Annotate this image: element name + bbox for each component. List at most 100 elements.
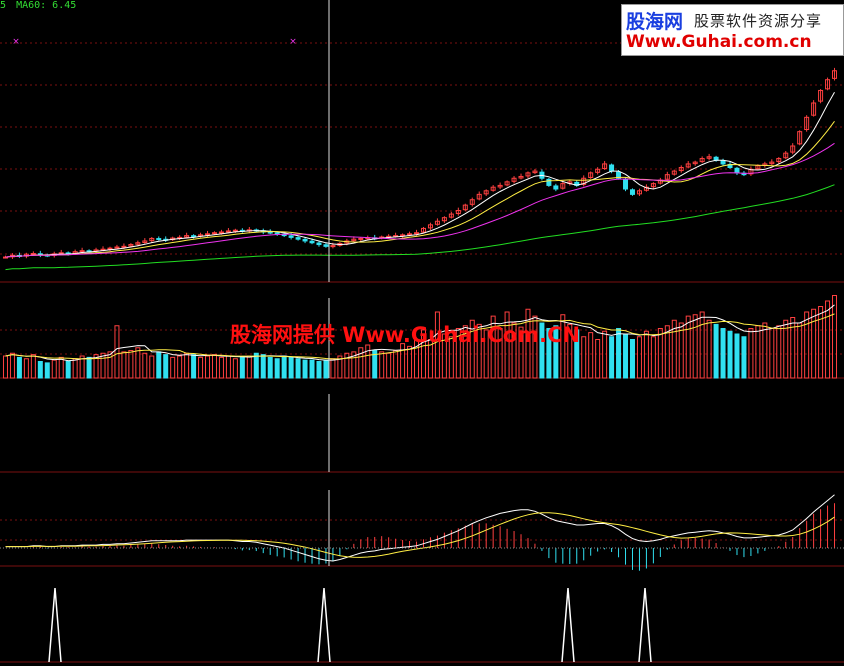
volume-bar [602, 330, 608, 379]
volume-bar [37, 361, 43, 379]
candle-body [156, 238, 162, 241]
volume-bar [330, 358, 336, 379]
volume-bar [295, 358, 301, 379]
logo-brand: 股海网 [626, 11, 684, 33]
volume-bar [30, 354, 36, 379]
volume-bar [260, 354, 266, 379]
guhai-logo: 股海网 股票软件资源分享 Www.Guhai.com.cn [621, 4, 844, 56]
volume-bar [657, 328, 663, 379]
volume-bar [16, 356, 22, 379]
volume-bar [623, 333, 629, 379]
candle-body [191, 235, 197, 238]
candle-body [232, 229, 238, 232]
volume-bar [636, 336, 642, 379]
volume-bar [239, 356, 245, 379]
volume-bar [692, 314, 698, 379]
ma60-legend: 5 MA60: 6.45 [0, 0, 76, 11]
macd-dif-line [5, 494, 835, 562]
candle-body [309, 240, 315, 244]
volume-bar [211, 354, 217, 379]
volume-bar [595, 339, 601, 379]
volume-bar [650, 336, 656, 379]
watermark-text: 股海网提供 Www.Guhai.Com.CN [230, 323, 581, 347]
candle-body [414, 232, 420, 235]
candle-body [267, 231, 273, 234]
candle-body [407, 233, 413, 236]
volume-bar [44, 362, 50, 379]
volume-bar [163, 354, 169, 379]
volume-bar [51, 359, 57, 379]
volume-bar [170, 356, 176, 379]
buy-signal-spike [638, 587, 652, 663]
ma20-line [5, 142, 835, 258]
volume-bar [818, 306, 824, 379]
volume-bar [316, 361, 322, 379]
volume-bar [23, 358, 29, 379]
candle-body [629, 189, 635, 195]
volume-bar [309, 359, 315, 379]
volume-bar [142, 352, 148, 379]
candle-body [546, 178, 552, 186]
volume-bar [407, 345, 413, 379]
volume-bar [323, 359, 329, 379]
volume-bar [609, 336, 615, 379]
buy-signal-spike [561, 587, 575, 663]
marker-x: × [289, 37, 297, 47]
logo-url: Www.Guhai.com.cn [626, 32, 812, 52]
candle-body [316, 242, 322, 246]
volume-bar [832, 295, 838, 379]
volume-bar [135, 347, 141, 379]
volume-bar [281, 355, 287, 379]
volume-bar [114, 325, 120, 379]
volume-bar [581, 336, 587, 379]
volume-bar [267, 356, 273, 379]
volume-bar [191, 354, 197, 379]
volume-bar [232, 358, 238, 379]
candle-body [107, 247, 113, 250]
candle-body [288, 235, 294, 238]
volume-bar [720, 328, 726, 379]
volume-bar [797, 322, 803, 379]
ma60-label: MA60: 6.45 [16, 0, 77, 11]
ma10-line [5, 121, 835, 258]
macd-dea-line [5, 512, 835, 558]
candle-body [623, 179, 629, 190]
volume-bar [783, 319, 789, 379]
candle-body [114, 246, 120, 249]
volume-bar [762, 322, 768, 379]
volume-bar [100, 352, 106, 379]
volume-bar [128, 350, 134, 379]
volume-bar [748, 328, 754, 379]
candle-body [609, 164, 615, 172]
candle-body [30, 253, 36, 255]
candle-body [121, 245, 127, 248]
volume-bar [629, 339, 635, 379]
candle-body [211, 232, 217, 235]
candle-body [720, 160, 726, 165]
volume-bar [706, 319, 712, 379]
volume-bar [616, 328, 622, 379]
volume-bar [225, 355, 231, 379]
volume-bar [776, 325, 782, 379]
volume-bar [198, 356, 204, 379]
volume-bar [205, 355, 211, 379]
volume-bar [288, 356, 294, 379]
volume-bar [177, 355, 183, 379]
candle-body [274, 232, 280, 235]
volume-bar [65, 361, 71, 379]
volume-bar [386, 352, 392, 379]
volume-bar [727, 330, 733, 379]
volume-bar [365, 344, 371, 379]
volume-bar [379, 351, 385, 379]
volume-bar [218, 356, 224, 379]
volume-bar [588, 332, 594, 379]
candle-body [295, 237, 301, 240]
volume-bar [107, 351, 113, 379]
volume-bar [393, 350, 399, 379]
volume-bar [678, 322, 684, 379]
volume-bar [741, 336, 747, 379]
legend-edge-text: 5 [0, 0, 7, 11]
volume-bar [344, 352, 350, 379]
volume-bar [713, 323, 719, 379]
buy-signal-spike [48, 587, 62, 663]
